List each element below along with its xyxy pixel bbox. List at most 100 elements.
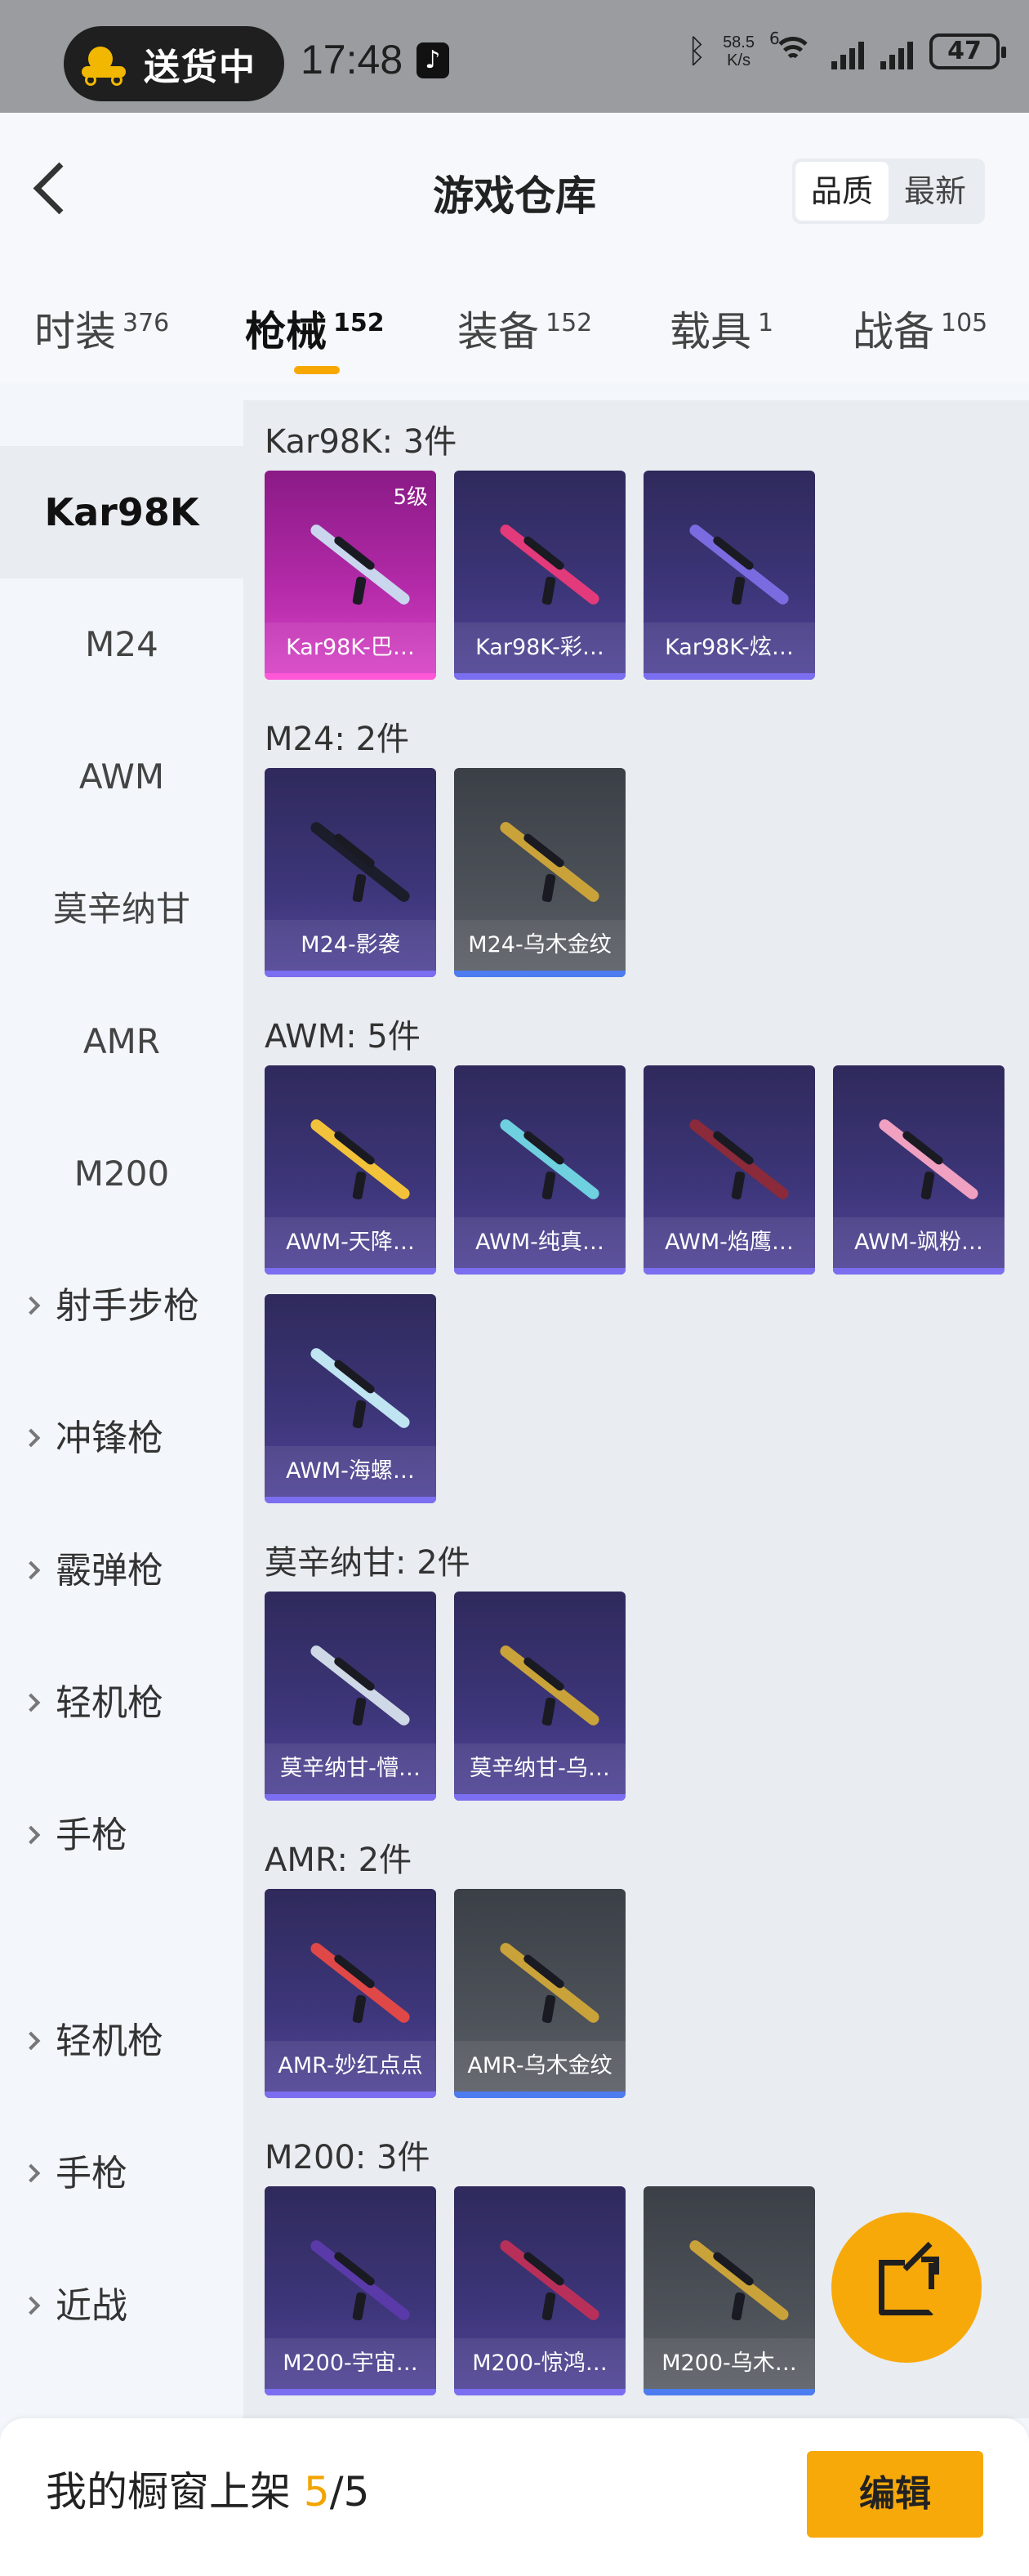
weapon-card[interactable]: 5级 Kar98K-巴… [265,471,436,680]
sidebar-group-shotgun[interactable]: 霰弹枪 [0,1505,243,1637]
rarity-bar [454,2389,626,2395]
weapon-name: M200-宇宙… [265,2338,436,2389]
sidebar-group-lmg-2[interactable]: 轻机枪 [0,1976,243,2108]
sidebar-item-m200[interactable]: M200 [0,1108,243,1240]
share-button[interactable] [831,2212,982,2363]
weapon-card[interactable]: Kar98K-炫… [644,471,815,680]
tiktok-icon: ♪ [416,42,449,78]
weapon-card[interactable]: 莫辛纳甘-乌… [454,1592,626,1801]
section-title: AWM: 5件 [265,1018,421,1056]
tab-count: 1 [758,309,774,337]
weapon-name: M24-影袭 [265,920,436,971]
delivery-status-pill[interactable]: 送货中 [64,26,284,101]
tab-fashion[interactable]: 时装 376 [34,299,169,358]
rarity-bar [265,1794,436,1801]
showcase-total: /5 [329,2468,370,2516]
rarity-bar [265,1268,436,1275]
showcase-status: 我的橱窗上架 5/5 [46,2459,369,2518]
rifle-icon [281,520,420,609]
sidebar-group-label: 近战 [56,2285,127,2327]
sidebar-group-pistol-2[interactable]: 手枪 [0,2108,243,2240]
weapon-name: 莫辛纳甘-乌… [454,1743,626,1794]
weapon-card[interactable]: M200-宇宙… [265,2186,436,2395]
weapon-card[interactable]: M24-乌木金纹 [454,768,626,977]
weapon-card[interactable]: AWM-焰鹰… [644,1065,815,1275]
weapon-card[interactable]: AMR-乌木金纹 [454,1889,626,2098]
category-tabs: 时装 376 枪械 152 装备 152 载具 1 战备 105 [0,299,1029,381]
page-header: 游戏仓库 品质 最新 时装 376 枪械 152 装备 152 载具 1 战备 105 [0,113,1029,382]
showcase-bar: 我的橱窗上架 5/5 编辑 [0,2418,1029,2576]
sidebar-item-mosin[interactable]: 莫辛纳甘 [0,843,243,975]
rarity-bar [454,673,626,680]
sidebar-group-label: 手枪 [56,2153,127,2194]
rarity-bar [833,1268,1004,1275]
weapon-card[interactable]: 莫辛纳甘-懵… [265,1592,436,1801]
rarity-bar [454,1794,626,1801]
sidebar-group-label: 手枪 [56,1815,127,1856]
weapon-card[interactable]: AWM-纯真… [454,1065,626,1275]
rarity-bar [265,1497,436,1503]
sidebar-group-smg[interactable]: 冲锋枪 [0,1373,243,1505]
rifle-icon [281,1114,420,1204]
tab-equipment[interactable]: 装备 152 [457,299,592,358]
weapon-card[interactable]: AWM-飒粉… [833,1065,1004,1275]
section-title: Kar98K: 3件 [265,423,457,461]
weapon-card[interactable]: M200-乌木… [644,2186,815,2395]
rifle-icon [470,520,609,609]
sidebar-group-pistol[interactable]: 手枪 [0,1770,243,1902]
sort-by-quality[interactable]: 品质 [795,162,889,221]
rifle-icon [470,817,609,907]
network-speed-unit: K/s [727,51,751,69]
weapon-card[interactable]: AMR-妙红点点 [265,1889,436,2098]
chevron-right-icon [21,1693,41,1712]
tab-label: 枪械 [245,308,327,355]
tab-supplies[interactable]: 战备 105 [853,299,987,358]
chevron-right-icon [21,2296,41,2315]
sidebar-item-awm[interactable]: AWM [0,711,243,843]
tab-vehicles[interactable]: 载具 1 [670,299,773,358]
sort-toggle: 品质 最新 [792,158,985,224]
weapon-card[interactable]: AWM-海螺… [265,1294,436,1503]
sidebar-item-amr[interactable]: AMR [0,975,243,1108]
chevron-right-icon [21,1428,41,1448]
tab-label: 装备 [457,308,539,355]
sort-by-latest[interactable]: 最新 [889,162,982,221]
back-arrow-icon[interactable] [29,160,78,225]
chevron-right-icon [21,1296,41,1315]
sidebar-item-kar98k[interactable]: Kar98K [0,446,243,578]
level-badge: 5级 [393,485,428,510]
section-title: AMR: 2件 [265,1842,412,1879]
rifle-icon [281,2235,420,2325]
rifle-icon [660,2235,799,2325]
weapon-card[interactable]: M200-惊鸿… [454,2186,626,2395]
weapon-name: Kar98K-彩… [454,623,626,673]
rarity-bar [265,971,436,977]
chevron-right-icon [21,2163,41,2183]
rarity-bar [265,2092,436,2098]
active-tab-indicator [294,366,340,374]
section-title: M200: 3件 [265,2139,430,2176]
sidebar-group-melee[interactable]: 近战 [0,2240,243,2373]
tab-label: 载具 [670,308,751,355]
status-bar: 送货中 17:48 ♪ ᛒ 58.5 K/s 6 47 [0,0,1029,113]
section-title: M24: 2件 [265,721,410,758]
weapon-name: M200-乌木… [644,2338,815,2389]
weapon-name: 莫辛纳甘-懵… [265,1743,436,1794]
weapon-name: M200-惊鸿… [454,2338,626,2389]
sidebar-item-m24[interactable]: M24 [0,578,243,711]
chevron-right-icon [21,1560,41,1580]
weapon-card[interactable]: M24-影袭 [265,768,436,977]
rarity-bar [454,971,626,977]
edit-button[interactable]: 编辑 [807,2451,983,2538]
weapon-sidebar: Kar98K M24 AWM 莫辛纳甘 AMR M200 射手步枪 冲锋枪 霰弹… [0,400,243,2418]
weapon-name: AWM-纯真… [454,1217,626,1268]
weapon-card[interactable]: Kar98K-彩… [454,471,626,680]
sidebar-group-dmr[interactable]: 射手步枪 [0,1240,243,1373]
rifle-icon [470,1114,609,1204]
tab-guns[interactable]: 枪械 152 [245,299,385,358]
tab-count: 152 [333,309,385,337]
rifle-icon [281,817,420,907]
battery-icon: 47 [929,33,1006,69]
sidebar-group-lmg[interactable]: 轻机枪 [0,1637,243,1770]
weapon-card[interactable]: AWM-天降… [265,1065,436,1275]
